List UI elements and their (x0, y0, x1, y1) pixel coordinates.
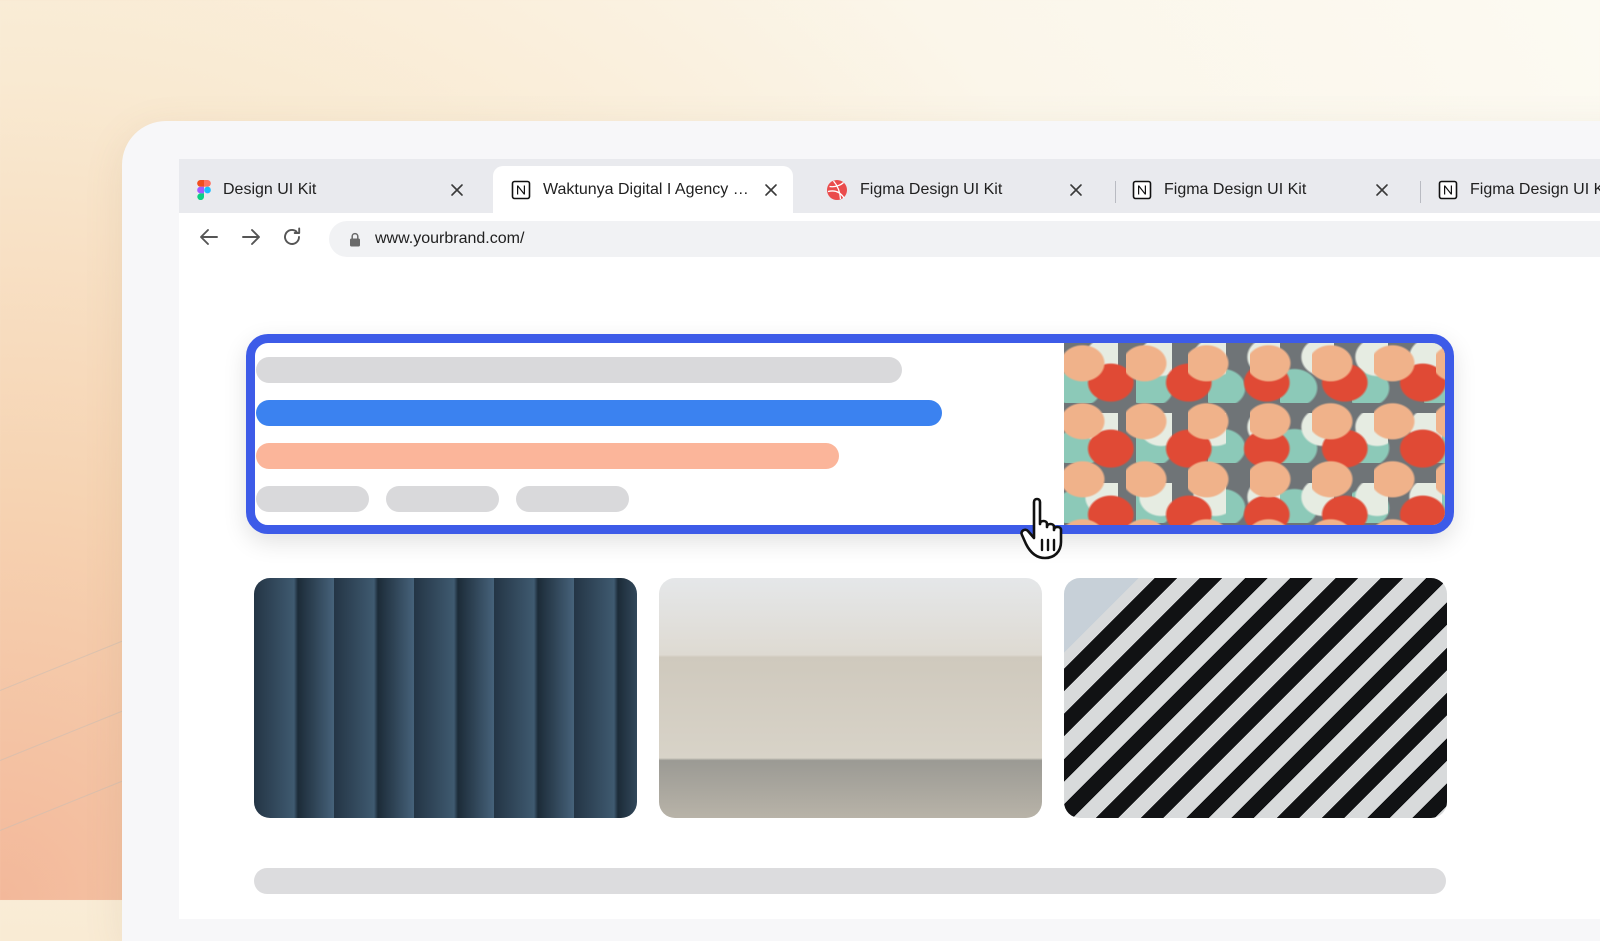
title-placeholder (256, 357, 902, 383)
tab-waktunya-digital[interactable]: Waktunya Digital I Agency We... (493, 166, 793, 213)
address-bar[interactable]: www.yourbrand.com/ (329, 221, 1600, 257)
reload-icon (281, 226, 303, 253)
lock-icon (347, 231, 363, 247)
highlighted-content-card[interactable] (246, 334, 1454, 534)
reload-button[interactable] (278, 225, 306, 253)
notion-icon (1132, 180, 1152, 200)
gallery-image-white-building[interactable] (659, 578, 1042, 818)
arrow-right-icon (240, 226, 262, 253)
notion-icon (511, 180, 531, 200)
arrow-left-icon (198, 226, 220, 253)
tab-label: Figma Design UI Ki (1470, 180, 1600, 198)
tab-label: Design UI Kit (223, 180, 317, 198)
tab-figma-design-ui-kit-2[interactable]: Figma Design UI Kit (1114, 166, 1404, 213)
close-tab-icon[interactable] (1068, 182, 1084, 198)
gallery-image-striped-building[interactable] (1064, 578, 1447, 818)
tag-placeholder (386, 486, 499, 512)
gallery-image-glass-facade[interactable] (254, 578, 637, 818)
tag-placeholder (256, 486, 369, 512)
close-tab-icon[interactable] (763, 182, 779, 198)
tab-label: Figma Design UI Kit (1164, 180, 1307, 198)
tab-figma-design-ui-kit-3[interactable]: Figma Design UI Ki (1420, 166, 1600, 213)
tab-bar: Design UI Kit Waktunya Digital I Agency … (179, 159, 1600, 213)
card-thumbnail-image (1064, 343, 1445, 525)
subtitle-placeholder (256, 400, 942, 426)
tab-design-ui-kit[interactable]: Design UI Kit (179, 166, 479, 213)
tab-figma-design-ui-kit[interactable]: Figma Design UI Kit (808, 166, 1098, 213)
browser-toolbar: www.yourbrand.com/ (179, 213, 1600, 265)
figma-icon (197, 179, 211, 200)
hand-pointer-cursor-icon (1020, 494, 1092, 566)
description-placeholder (256, 443, 839, 469)
close-tab-icon[interactable] (1374, 182, 1390, 198)
back-button[interactable] (195, 225, 223, 253)
notion-icon (1438, 180, 1458, 200)
close-tab-icon[interactable] (449, 182, 465, 198)
address-url: www.yourbrand.com/ (375, 230, 525, 247)
forward-button[interactable] (237, 225, 265, 253)
tab-label: Waktunya Digital I Agency We... (543, 180, 757, 198)
tab-label: Figma Design UI Kit (860, 180, 1003, 198)
tag-placeholder (516, 486, 629, 512)
footer-placeholder (254, 868, 1446, 894)
dribbble-icon (826, 179, 848, 201)
